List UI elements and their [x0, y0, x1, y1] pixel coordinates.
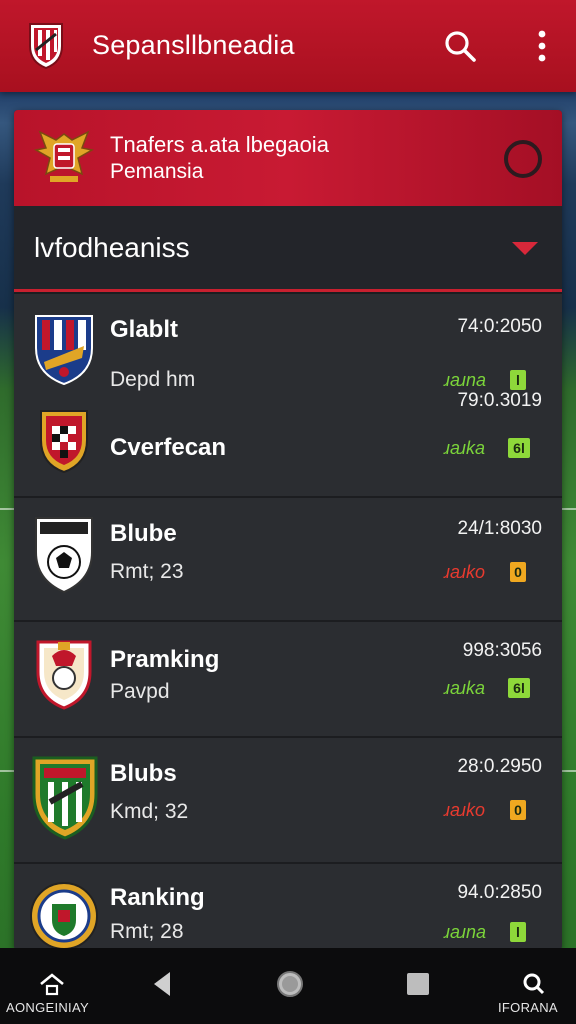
app-bar: Sepansllbneadia — [0, 0, 576, 92]
lion-shield-icon — [34, 638, 98, 712]
radio-circle-icon[interactable] — [504, 140, 542, 178]
home-icon[interactable] — [32, 966, 72, 1002]
bottom-navigation: AONGEINIAY IFORANA — [0, 948, 576, 1024]
team-name: Ranking — [110, 884, 205, 911]
eagle-emblem-icon — [32, 124, 96, 188]
league-banner[interactable]: Tnafers a.ata lbegaoia Pemansia — [14, 110, 562, 206]
team-badge: l — [510, 922, 526, 942]
round-crest-icon — [28, 880, 100, 950]
search-icon[interactable] — [514, 966, 554, 1002]
team-name: Glablt — [110, 316, 179, 343]
green-shield-icon — [30, 754, 100, 842]
team-value: 24/1:8030 — [457, 518, 542, 539]
team-value: 74:0:2050 — [457, 316, 542, 337]
football-shield-icon — [32, 514, 96, 594]
team-row[interactable]: Blubs Kmd; 32 28:0.2950 ɹaɹko 0 — [14, 736, 562, 862]
team-tag: ɹaɹka — [444, 678, 486, 698]
team-tag: ɹaɹna — [444, 370, 487, 390]
club-shield-logo-icon[interactable] — [26, 20, 66, 70]
team-value: 94.0:2850 — [457, 882, 542, 903]
team-subtitle: Rmt; 28 — [110, 920, 184, 943]
team-subtitle: Rmt; 23 — [110, 560, 184, 583]
banner-title: Tnafers a.ata lbegaoia — [110, 132, 329, 157]
team-value: 28:0.2950 — [457, 756, 542, 777]
caret-down-icon[interactable] — [512, 242, 538, 255]
team-value: 998:3056 — [462, 640, 542, 661]
team-badge: 6l — [508, 678, 530, 698]
home-circle-icon[interactable] — [270, 966, 310, 1002]
right-nav-label[interactable]: IFORANA — [498, 1000, 558, 1015]
team-subtitle: Kmd; 32 — [110, 800, 189, 823]
team-tag: ɹaɹko — [444, 562, 486, 582]
team-group-row[interactable]: Glablt Depd hm 74:0:2050 ɹaɹna l Cverfec… — [14, 292, 562, 496]
banner-subtitle: Pemansia — [110, 160, 204, 183]
team-subtitle: Pavpd — [110, 680, 170, 703]
team-row[interactable]: Blube Rmt; 23 24/1:8030 ɹaɹko 0 — [14, 496, 562, 620]
striped-shield-icon — [32, 312, 96, 386]
team-name: Pramking — [110, 646, 220, 673]
home-nav-label[interactable]: AONGEINIAY — [6, 1000, 89, 1015]
team-name: Cverfecan — [110, 434, 227, 461]
team-badge: 0 — [510, 562, 526, 582]
team-tag: ɹaɹka — [444, 438, 486, 458]
team-badge: l — [510, 370, 526, 390]
team-badge: 6l — [508, 438, 530, 458]
main-panel: Tnafers a.ata lbegaoia Pemansia lvfodhea… — [14, 110, 562, 950]
section-title: lvfodheaniss — [34, 232, 190, 263]
team-value: 79:0.3019 — [457, 390, 542, 411]
team-tag: ɹaɹko — [444, 800, 486, 820]
team-name: Blubs — [110, 760, 177, 787]
team-tag: ɹaɹna — [444, 922, 487, 942]
app-title: Sepansllbneadia — [92, 30, 295, 60]
team-row[interactable]: Pramking Pavpd 998:3056 ɹaɹka 6l — [14, 620, 562, 736]
team-badge: 0 — [510, 800, 526, 820]
team-name: Blube — [110, 520, 177, 547]
checkered-shield-icon — [38, 408, 90, 474]
back-triangle-icon[interactable] — [142, 966, 182, 1002]
team-row[interactable]: Ranking Rmt; 28 94.0:2850 ɹaɹna l — [14, 862, 562, 950]
search-icon[interactable] — [440, 26, 480, 66]
team-subtitle: Depd hm — [110, 368, 196, 391]
more-vertical-icon[interactable] — [522, 26, 562, 66]
recents-square-icon[interactable] — [398, 966, 438, 1002]
section-header[interactable]: lvfodheaniss — [14, 206, 562, 292]
